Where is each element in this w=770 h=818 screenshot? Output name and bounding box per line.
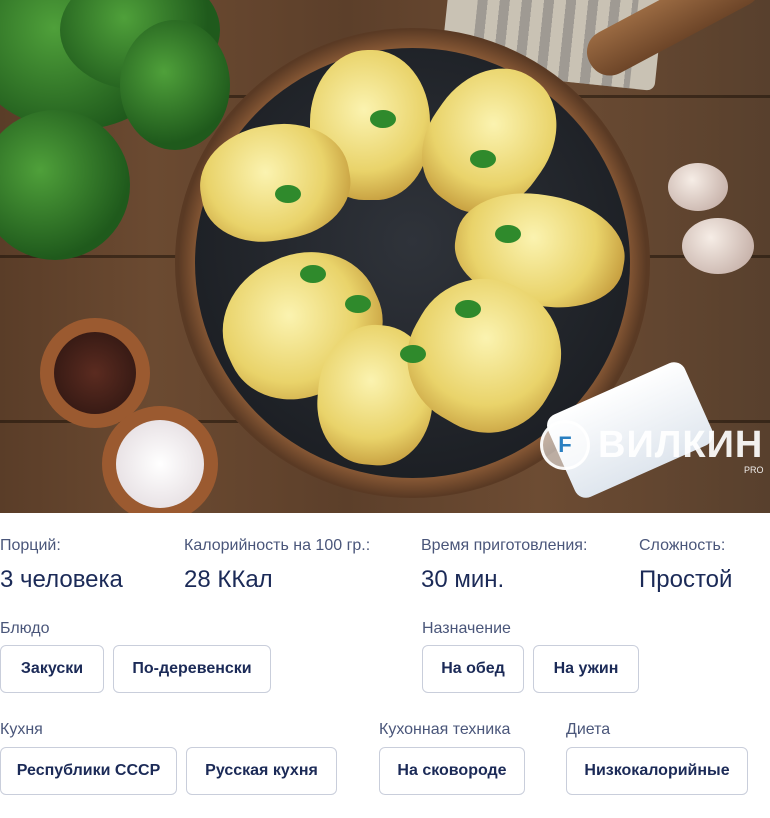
herb-leaf <box>345 295 371 313</box>
diet-section-title: Диета <box>566 721 611 738</box>
brand-pro-label: PRO <box>744 465 764 475</box>
herb-leaf <box>470 150 496 168</box>
tag-ussr-republics[interactable]: Республики СССР <box>0 747 177 795</box>
spice-spoon <box>40 318 218 513</box>
garlic-clove <box>668 163 728 211</box>
difficulty-label: Сложность: <box>639 537 726 554</box>
parsley-bunch <box>0 110 130 260</box>
herb-leaf <box>495 225 521 243</box>
cooking-time-value: 30 мин. <box>421 566 505 593</box>
tag-frying-pan[interactable]: На сковороде <box>379 747 525 795</box>
tag-snacks[interactable]: Закуски <box>0 645 104 693</box>
brand-logo-icon: F <box>540 420 590 470</box>
herb-leaf <box>275 185 301 203</box>
brand-watermark: F ВИЛКИН <box>540 420 763 470</box>
tag-lunch[interactable]: На обед <box>422 645 524 693</box>
calories-label: Калорийность на 100 гр.: <box>184 537 371 554</box>
purpose-section-title: Назначение <box>422 620 511 637</box>
calories-value: 28 ККал <box>184 566 273 593</box>
dish-section-title: Блюдо <box>0 620 50 637</box>
herb-leaf <box>300 265 326 283</box>
garlic-clove <box>682 218 754 274</box>
servings-value: 3 человека <box>0 566 123 593</box>
difficulty-value: Простой <box>639 566 733 593</box>
tag-rustic[interactable]: По-деревенски <box>113 645 271 693</box>
tag-low-calorie[interactable]: Низкокалорийные <box>566 747 748 795</box>
sea-salt <box>102 406 218 513</box>
cooking-time-label: Время приготовления: <box>421 537 588 554</box>
servings-label: Порций: <box>0 537 61 554</box>
tag-russian-cuisine[interactable]: Русская кухня <box>186 747 337 795</box>
herb-leaf <box>400 345 426 363</box>
brand-name: ВИЛКИН <box>598 424 764 466</box>
equipment-section-title: Кухонная техника <box>379 721 511 738</box>
herb-leaf <box>455 300 481 318</box>
cuisine-section-title: Кухня <box>0 721 43 738</box>
tag-dinner[interactable]: На ужин <box>533 645 639 693</box>
recipe-photo: F ВИЛКИН PRO <box>0 0 770 513</box>
herb-leaf <box>370 110 396 128</box>
parsley-bunch <box>120 20 230 150</box>
garlic-cloves <box>668 163 760 278</box>
